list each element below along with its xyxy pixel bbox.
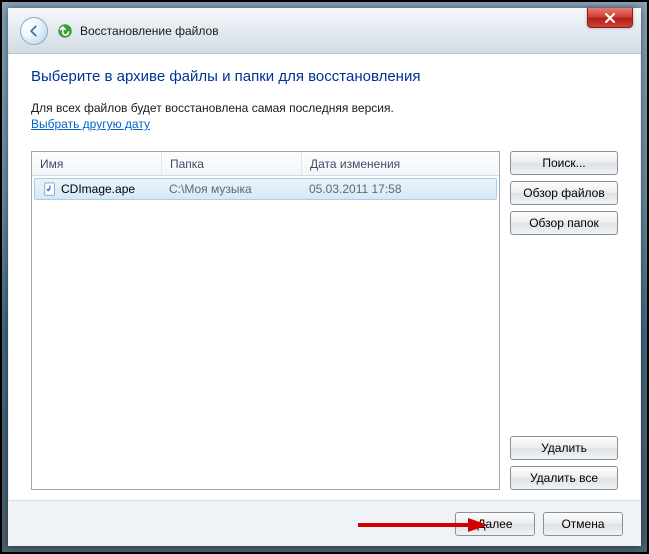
content-area: Выберите в архиве файлы и папки для восс… <box>9 54 640 500</box>
title-bar: Восстановление файлов <box>8 8 641 54</box>
cancel-button[interactable]: Отмена <box>543 512 623 536</box>
cell-date: 05.03.2011 17:58 <box>301 182 496 196</box>
col-header-date[interactable]: Дата изменения <box>302 152 499 175</box>
page-heading: Выберите в архиве файлы и папки для восс… <box>31 68 618 85</box>
arrow-left-icon <box>27 24 41 38</box>
window-title: Восстановление файлов <box>80 24 219 38</box>
next-button[interactable]: Далее <box>455 512 535 536</box>
list-header: Имя Папка Дата изменения <box>32 152 499 176</box>
main-row: Имя Папка Дата изменения <box>31 151 618 490</box>
remove-all-button[interactable]: Удалить все <box>510 466 618 490</box>
screenshot-frame: Восстановление файлов Выберите в архиве … <box>0 0 649 554</box>
search-button[interactable]: Поиск... <box>510 151 618 175</box>
dialog-window: Восстановление файлов Выберите в архиве … <box>8 8 641 546</box>
back-button[interactable] <box>20 17 48 45</box>
table-row[interactable]: CDImage.ape C:\Моя музыка 05.03.2011 17:… <box>34 178 497 200</box>
file-icon <box>43 182 57 196</box>
remove-button[interactable]: Удалить <box>510 436 618 460</box>
list-body[interactable]: CDImage.ape C:\Моя музыка 05.03.2011 17:… <box>32 176 499 489</box>
file-list: Имя Папка Дата изменения <box>31 151 500 490</box>
cell-name-text: CDImage.ape <box>61 182 135 196</box>
close-button[interactable] <box>587 8 633 28</box>
page-subtext: Для всех файлов будет восстановлена сама… <box>31 101 618 115</box>
choose-date-link[interactable]: Выбрать другую дату <box>31 117 618 131</box>
cell-name: CDImage.ape <box>35 182 161 196</box>
col-header-name[interactable]: Имя <box>32 152 162 175</box>
cell-folder: C:\Моя музыка <box>161 182 301 196</box>
side-buttons: Поиск... Обзор файлов Обзор папок Удалит… <box>510 151 618 490</box>
footer-bar: Далее Отмена <box>8 500 641 546</box>
browse-folders-button[interactable]: Обзор папок <box>510 211 618 235</box>
close-icon <box>604 12 616 24</box>
browse-files-button[interactable]: Обзор файлов <box>510 181 618 205</box>
spacer <box>510 241 618 430</box>
col-header-folder[interactable]: Папка <box>162 152 302 175</box>
restore-icon <box>56 22 74 40</box>
